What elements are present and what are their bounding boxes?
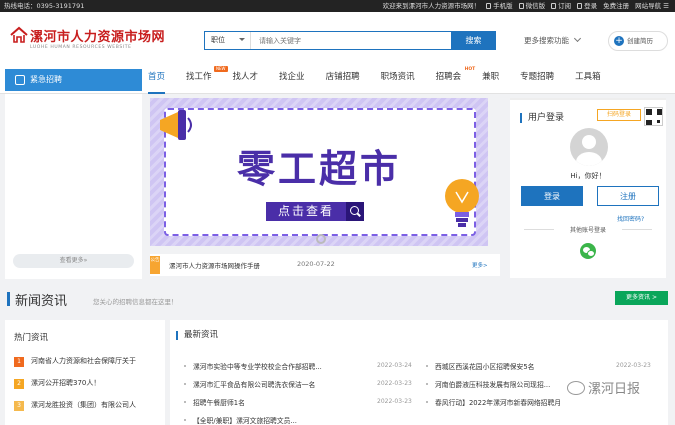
more-search-link[interactable]: 更多搜索功能 [524, 34, 582, 46]
wechat-link[interactable]: 微信版 [518, 0, 545, 12]
watermark: 漯河日报 [567, 378, 640, 397]
nav-item-home[interactable]: 首页 [148, 64, 166, 94]
logo-subtitle: LUOHE HUMAN RESOURCES WEBSITE [30, 45, 132, 50]
wechat-icon [567, 381, 585, 395]
urgent-icon [15, 75, 25, 85]
notice-more-link[interactable]: 更多> [472, 261, 488, 269]
section-accent [7, 292, 10, 306]
login-box-title: 用户登录 [520, 113, 564, 123]
search-type-select[interactable]: 职位 [205, 32, 251, 49]
list-item[interactable]: 【全职/兼职】漯河文旅招聘文员... [184, 415, 297, 425]
notice-date: 2020-07-22 [297, 260, 335, 268]
other-login-label: 其他账号登录 [510, 225, 666, 234]
nav-item-career-news[interactable]: 职场资讯 [381, 64, 415, 94]
forgot-password-link[interactable]: 找回密码? [617, 214, 644, 223]
register-link[interactable]: 免费注册 [603, 0, 629, 12]
wechat-icon [518, 3, 524, 9]
search-bar: 职位 搜索 [204, 31, 496, 50]
main-nav: 紧急招聘 首页 找工作 NEW 找人才 找企业 店铺招聘 职场资讯 招聘会 HOT … [0, 64, 675, 94]
notice-tag: 公告 [150, 256, 160, 274]
nav-item-find-talent[interactable]: 找人才 [233, 64, 259, 94]
rank-badge: 1 [14, 357, 24, 367]
register-button[interactable]: 注册 [597, 186, 659, 206]
new-badge: NEW [214, 66, 228, 72]
chevron-down-icon [239, 38, 245, 44]
hero-banner[interactable]: 零工超市 点击查看 [150, 98, 488, 246]
login-button[interactable]: 登录 [521, 186, 583, 206]
carousel-indicator[interactable] [316, 234, 326, 244]
wechat-login-icon[interactable] [580, 243, 596, 259]
greeting-text: Hi，你好！ [570, 172, 606, 180]
hot-badge: HOT [464, 67, 476, 72]
notice-link[interactable]: 漯河市人力资源市场网操作手册 [169, 260, 260, 270]
search-input[interactable] [255, 32, 451, 49]
list-item[interactable]: 3 漯河龙胜投资（集团）有限公司人 [14, 400, 136, 411]
nav-item-job-fair[interactable]: 招聘会 HOT [436, 64, 476, 94]
nav-item-special-recruit[interactable]: 专题招聘 [520, 64, 554, 94]
nav-item-part-time[interactable]: 兼职 [482, 64, 499, 94]
user-icon [577, 3, 583, 9]
urgent-recruit-button[interactable]: 紧急招聘 [5, 69, 142, 91]
subscribe-icon [551, 3, 557, 9]
nav-item-toolbox[interactable]: 工具箱 [575, 64, 601, 94]
hotline-text: 热线电话：0395-3191791 [4, 2, 85, 10]
logo-title[interactable]: 漯河市人力资源市场网 [30, 26, 165, 45]
phone-icon [486, 3, 492, 9]
list-item[interactable]: 河南伯爵液压科技发展有限公司现招... [426, 379, 550, 389]
nav-item-find-company[interactable]: 找企业 [279, 64, 305, 94]
create-resume-button[interactable]: + 创建简历 [608, 31, 668, 51]
latest-news-panel: 最新资讯 漯河市实验中等专业学校校企合作部招聘... 2022-03-24 漯河… [170, 320, 668, 425]
list-item[interactable]: 漯河市汇平食品有限公司聘洗衣保洁一名 [184, 379, 315, 389]
latest-news-title: 最新资讯 [176, 331, 218, 340]
login-link[interactable]: 登录 [577, 0, 597, 12]
notice-bar: 公告 漯河市人力资源市场网操作手册 2020-07-22 更多> [150, 254, 500, 276]
banner-cta-button[interactable]: 点击查看 [266, 202, 364, 221]
site-nav-link[interactable]: 网站导航 ☰ [635, 0, 669, 12]
rank-badge: 2 [14, 379, 24, 389]
avatar [570, 128, 608, 166]
news-title: 新闻资讯 [15, 294, 68, 309]
mobile-link[interactable]: 手机版 [486, 0, 513, 12]
top-links: 欢迎来到漯河市人力资源市场网！ 手机版 微信版 订阅 登录 免费注册 网站导航 … [383, 0, 669, 12]
qr-code-icon[interactable] [644, 107, 663, 126]
lightbulb-icon [445, 179, 479, 227]
list-item[interactable]: 1 河南省人力资源和社会保障厅关于 [14, 356, 136, 367]
scan-login-button[interactable]: 扫码登录 [597, 109, 641, 121]
subscribe-link[interactable]: 订阅 [551, 0, 571, 12]
plus-icon: + [614, 36, 624, 46]
view-more-button[interactable]: 查看更多» [13, 254, 134, 268]
user-login-box: 用户登录 扫码登录 Hi，你好！ 登录 注册 找回密码? 其他账号登录 [510, 98, 666, 278]
menu-icon: ☰ [663, 2, 669, 10]
chevron-down-icon [573, 34, 582, 43]
header: 漯河市人力资源市场网 LUOHE HUMAN RESOURCES WEBSITE… [0, 12, 675, 64]
rank-badge: 3 [14, 401, 24, 411]
banner-title: 零工超市 [236, 147, 401, 191]
list-item[interactable]: 2 漯河公开招聘370人！ [14, 378, 100, 389]
nav-item-find-job[interactable]: 找工作 NEW [186, 64, 228, 94]
list-item[interactable]: 西城区西溪花园小区招聘保安5名 [426, 361, 534, 371]
nav-item-shop-recruit[interactable]: 店铺招聘 [326, 64, 360, 94]
list-item[interactable]: 招聘午餐厨师1名 [184, 397, 245, 407]
list-item[interactable]: 春风行动】2022年漯河市新春网络招聘月 [426, 397, 561, 407]
news-subtitle: 您关心的招聘信息都在这里！ [93, 298, 178, 306]
list-item[interactable]: 漯河市实验中等专业学校校企合作部招聘... [184, 361, 322, 371]
search-icon [346, 202, 364, 221]
search-button[interactable]: 搜索 [451, 31, 496, 50]
hot-news-panel: 热门资讯 1 河南省人力资源和社会保障厅关于 2 漯河公开招聘370人！ 3 漯河龙胜… [5, 320, 165, 425]
urgent-recruit-panel: 查看更多» [5, 94, 142, 279]
logo-icon [10, 26, 28, 43]
more-news-button[interactable]: 更多资讯 > [615, 291, 668, 305]
news-section-header: 新闻资讯 您关心的招聘信息都在这里！ 更多资讯 > [0, 284, 675, 314]
welcome-text: 欢迎来到漯河市人力资源市场网！ [382, 2, 481, 10]
top-bar: 热线电话：0395-3191791 欢迎来到漯河市人力资源市场网！ 手机版 微信… [0, 0, 675, 12]
hot-news-title: 热门资讯 [14, 333, 49, 343]
